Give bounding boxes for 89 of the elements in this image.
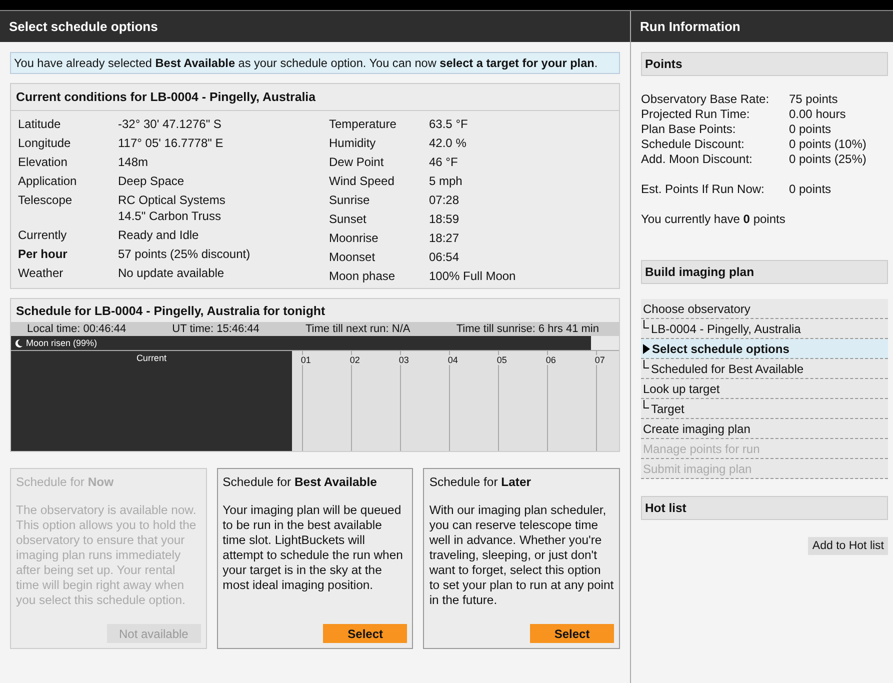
select-button[interactable]: Select <box>323 624 408 643</box>
condition-value: 57 points (25% discount) <box>118 246 252 262</box>
info-message: You have already selected Best Available as your schedule option. You can now select a target for your plan. <box>10 52 620 74</box>
corner-icon <box>643 400 649 409</box>
panel-title: Select schedule options <box>0 11 630 42</box>
hour-label: 04 <box>448 355 458 365</box>
time-info: Local time: 00:46:44 <box>27 323 126 335</box>
hour-label: 02 <box>350 355 360 365</box>
points-label: Add. Moon Discount: <box>641 152 754 167</box>
condition-label: Per hour <box>18 246 68 262</box>
points-value: 0.00 hours <box>789 107 847 122</box>
option-title: Schedule for Best Available <box>222 475 378 489</box>
plan-step[interactable]: Create imaging plan <box>641 419 888 439</box>
points-label: Plan Base Points: <box>641 122 737 137</box>
schedule-title: Schedule for LB-0004 - Pingelly, Australia for tonight <box>15 303 326 320</box>
hour-label: 01 <box>300 355 311 365</box>
condition-value: No update available <box>118 265 226 281</box>
plan-step[interactable]: Choose observatory <box>641 299 888 319</box>
condition-value: 42.0 % <box>429 135 468 151</box>
section-title: Points <box>641 52 888 76</box>
condition-value: 07:28 <box>429 192 460 208</box>
condition-label: Latitude <box>18 116 62 132</box>
condition-value: 18:59 <box>429 211 460 227</box>
points-value: 0 points (25%) <box>789 152 868 167</box>
condition-value: 5 mph <box>429 173 464 189</box>
moon-label: Moon risen (99%) <box>26 338 98 348</box>
condition-value: 148m <box>118 154 150 170</box>
hour-label: 03 <box>398 355 409 365</box>
condition-label: Application <box>18 173 78 189</box>
plan-step[interactable]: Target <box>641 399 888 419</box>
time-info: Time till sunrise: 6 hrs 41 min <box>456 323 599 335</box>
points-label: Est. Points If Run Now: <box>641 182 766 197</box>
plan-step[interactable]: Look up target <box>641 379 888 399</box>
condition-value: -32° 30' 47.1276" S <box>118 116 222 132</box>
triangle-icon <box>643 344 650 354</box>
condition-value: Deep Space <box>118 173 186 189</box>
hour-label: 05 <box>496 355 507 365</box>
condition-value: Ready and Idle <box>118 227 200 243</box>
condition-label: Elevation <box>18 154 68 170</box>
condition-label: Moonset <box>329 249 376 265</box>
condition-value: 18:27 <box>429 230 460 246</box>
option-description: The observatory is available now. This option allows you to hold the observatory to ensure that your imaging plan runs immediately after being set up. Your rental time will begin right away when you select this schedule option. <box>16 503 198 609</box>
points-label: Observatory Base Rate: <box>641 92 770 107</box>
points-balance: You currently have 0 points <box>641 212 786 226</box>
section-title: Build imaging plan <box>641 260 888 284</box>
hour-label: 07 <box>594 355 605 365</box>
plan-step[interactable]: Scheduled for Best Available <box>641 359 888 379</box>
condition-label: Longitude <box>18 135 72 151</box>
option-title: Schedule for Later <box>429 475 532 489</box>
condition-value: 100% Full Moon <box>429 268 516 284</box>
corner-icon <box>643 320 649 329</box>
current-block: Current <box>11 351 292 451</box>
points-value: 75 points <box>789 92 839 107</box>
points-value: 0 points <box>789 122 832 137</box>
condition-label: Sunrise <box>329 192 371 208</box>
time-info: Time till next run: N/A <box>306 323 410 335</box>
points-value: 0 points (10%) <box>789 137 868 152</box>
condition-label: Sunset <box>329 211 368 227</box>
time-info: UT time: 15:46:44 <box>172 323 260 335</box>
points-value: 0 points <box>789 182 832 197</box>
points-label: Schedule Discount: <box>641 137 746 152</box>
condition-label: Temperature <box>329 116 398 132</box>
hour-label: 06 <box>546 355 556 365</box>
condition-value: 63.5 °F <box>429 116 469 132</box>
condition-value: 06:54 <box>429 249 460 265</box>
condition-label: Weather <box>18 265 64 281</box>
moon-icon <box>15 338 23 348</box>
select-button[interactable]: Select <box>530 624 614 643</box>
plan-step[interactable]: LB-0004 - Pingelly, Australia <box>641 319 888 339</box>
condition-label: Telescope <box>18 192 74 209</box>
option-description: With our imaging plan scheduler, you can reserve telescope time well in advance. Whether you're traveling, sleeping, or just don't want to forget, select this option to set your plan to run at any point in the future. <box>429 503 614 609</box>
corner-icon <box>643 360 649 369</box>
condition-value: 46 °F <box>429 154 459 170</box>
condition-label: Moonrise <box>329 230 380 246</box>
condition-label: Moon phase <box>329 268 396 284</box>
panel-title: Run Information <box>631 11 893 42</box>
condition-label: Wind Speed <box>329 173 396 189</box>
option-title: Schedule for Now <box>16 475 115 489</box>
add-hotlist-button[interactable]: Add to Hot list <box>808 537 888 555</box>
condition-value: 117° 05' 16.7778" E <box>118 135 224 151</box>
section-title: Hot list <box>641 496 888 520</box>
condition-label: Currently <box>18 227 68 243</box>
option-description: Your imaging plan will be queued to be run in the best available time slot. LightBuckets will attempt to schedule the run when your target is in the sky at the most ideal imaging position. <box>222 503 404 594</box>
plan-step[interactable]: Select schedule options <box>641 339 888 359</box>
condition-label: Dew Point <box>329 154 385 170</box>
conditions-title: Current conditions for LB-0004 - Pingelly, Australia <box>11 84 619 111</box>
condition-value: RC Optical Systems 14.5" Carbon Truss <box>118 192 226 224</box>
points-label: Projected Run Time: <box>641 107 751 122</box>
condition-label: Humidity <box>329 135 377 151</box>
